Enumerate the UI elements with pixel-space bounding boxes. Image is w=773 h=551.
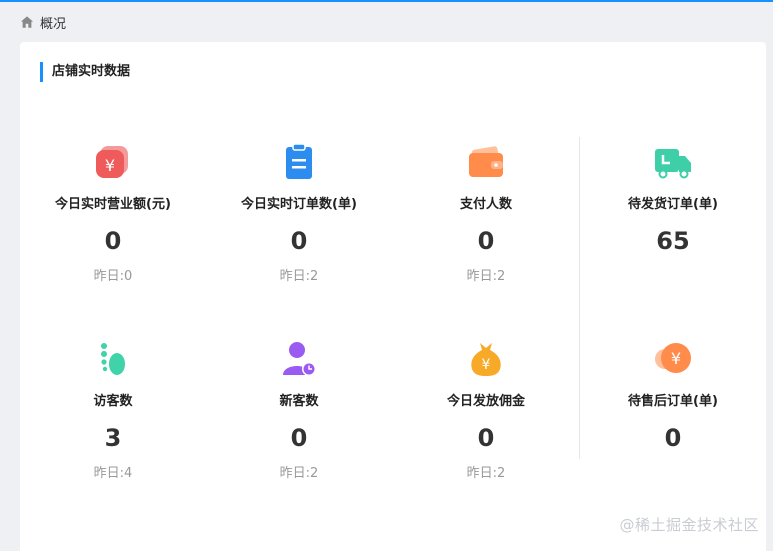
stat-paying-users: 支付人数 0 昨日:2 [393,142,579,286]
stat-label: 待发货订单(单) [628,197,718,212]
stat-pending-shipment: 待发货订单(单) 65 [580,142,766,268]
stat-value: 0 [664,424,682,452]
refund-coin-icon: ¥ [655,343,691,373]
stat-label: 访客数 [93,394,133,409]
shop-stats-card: 店铺实时数据 ¥ 今日实时营业额(元) 0 昨日:0 今日实时订单数(单) 0 … [20,42,766,551]
stat-label: 待售后订单(单) [628,394,718,409]
svg-text:¥: ¥ [671,349,681,368]
section-title: 店铺实时数据 [40,62,130,82]
new-user-icon [283,342,316,376]
stat-yesterday: 昨日:0 [93,269,133,284]
top-accent-line [0,0,773,2]
stat-yesterday: 昨日:2 [279,269,319,284]
stat-value: 0 [104,227,122,255]
stat-label: 今日发放佣金 [446,394,525,409]
stat-label: 今日实时营业额(元) [55,197,171,212]
watermark: @稀土掘金技术社区 [619,516,759,534]
stat-visitors: 访客数 3 昨日:4 [20,339,206,483]
stat-yesterday: 昨日:2 [466,269,506,284]
stat-label: 今日实时订单数(单) [241,197,357,212]
breadcrumb: 概况 [20,12,66,32]
stat-value: 0 [290,227,308,255]
stat-value: 0 [290,424,308,452]
stat-new-customers: 新客数 0 昨日:2 [206,339,392,483]
money-bag-icon: ¥ [471,343,501,376]
wallet-icon [469,146,503,177]
stat-yesterday: 昨日:2 [279,466,319,481]
stat-commission: ¥ 今日发放佣金 0 昨日:2 [393,339,579,483]
money-card-icon: ¥ [96,146,128,178]
stat-label: 支付人数 [459,197,512,212]
svg-text:¥: ¥ [105,156,115,175]
stat-today-revenue: ¥ 今日实时营业额(元) 0 昨日:0 [20,142,206,286]
breadcrumb-label[interactable]: 概况 [40,13,66,32]
stat-today-orders: 今日实时订单数(单) 0 昨日:2 [206,142,392,286]
svg-text:¥: ¥ [482,357,491,373]
stat-value: 3 [104,424,122,452]
stat-after-sales: ¥ 待售后订单(单) 0 [580,339,766,465]
stat-yesterday: 昨日:2 [466,466,506,481]
stat-value: 0 [477,227,495,255]
truck-icon [655,149,691,179]
home-icon [20,16,34,28]
clipboard-icon [286,143,312,179]
footprint-icon [101,343,125,375]
stat-label: 新客数 [279,394,319,409]
stat-value: 0 [477,424,495,452]
stat-yesterday: 昨日:4 [93,466,133,481]
stat-value: 65 [656,227,690,255]
